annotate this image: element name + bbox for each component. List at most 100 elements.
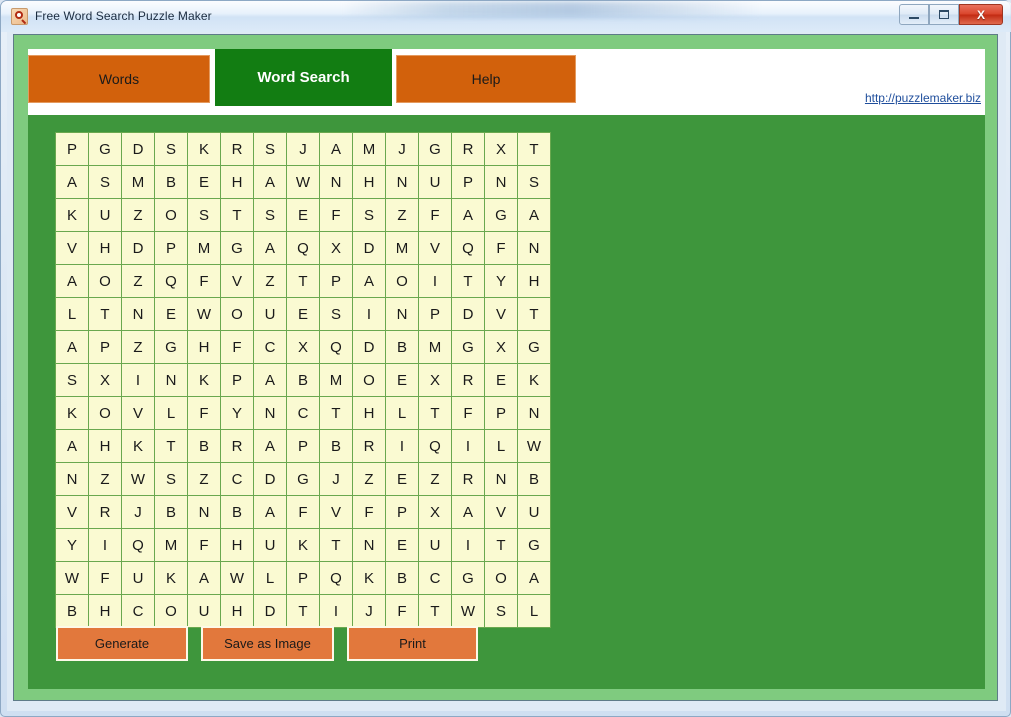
grid-cell[interactable]: O: [221, 298, 254, 331]
grid-cell[interactable]: U: [122, 562, 155, 595]
grid-cell[interactable]: S: [320, 298, 353, 331]
grid-cell[interactable]: W: [452, 595, 485, 628]
grid-cell[interactable]: Z: [122, 199, 155, 232]
grid-cell[interactable]: Z: [386, 199, 419, 232]
grid-cell[interactable]: L: [254, 562, 287, 595]
grid-cell[interactable]: A: [518, 562, 551, 595]
grid-cell[interactable]: K: [155, 562, 188, 595]
grid-cell[interactable]: N: [485, 166, 518, 199]
grid-cell[interactable]: X: [287, 331, 320, 364]
grid-cell[interactable]: F: [89, 562, 122, 595]
grid-cell[interactable]: C: [254, 331, 287, 364]
grid-cell[interactable]: Y: [56, 529, 89, 562]
grid-cell[interactable]: H: [89, 232, 122, 265]
tab-help[interactable]: Help: [396, 55, 576, 103]
grid-cell[interactable]: N: [518, 397, 551, 430]
grid-cell[interactable]: U: [89, 199, 122, 232]
minimize-button[interactable]: [899, 4, 929, 25]
grid-cell[interactable]: H: [518, 265, 551, 298]
grid-cell[interactable]: R: [452, 133, 485, 166]
grid-cell[interactable]: T: [287, 595, 320, 628]
grid-cell[interactable]: M: [353, 133, 386, 166]
grid-cell[interactable]: Q: [122, 529, 155, 562]
grid-cell[interactable]: U: [188, 595, 221, 628]
grid-cell[interactable]: F: [287, 496, 320, 529]
grid-cell[interactable]: C: [221, 463, 254, 496]
grid-cell[interactable]: Z: [254, 265, 287, 298]
grid-cell[interactable]: V: [56, 232, 89, 265]
grid-cell[interactable]: N: [56, 463, 89, 496]
grid-cell[interactable]: F: [221, 331, 254, 364]
grid-cell[interactable]: E: [287, 298, 320, 331]
grid-cell[interactable]: Z: [122, 265, 155, 298]
grid-cell[interactable]: K: [56, 199, 89, 232]
word-search-grid[interactable]: PGDSKRSJAMJGRXTASMBEHAWNHNUPNSKUZOSTSEFS…: [55, 132, 551, 628]
grid-cell[interactable]: M: [122, 166, 155, 199]
grid-cell[interactable]: G: [452, 331, 485, 364]
grid-cell[interactable]: C: [122, 595, 155, 628]
grid-cell[interactable]: I: [386, 430, 419, 463]
grid-cell[interactable]: A: [56, 166, 89, 199]
grid-cell[interactable]: F: [353, 496, 386, 529]
grid-cell[interactable]: T: [155, 430, 188, 463]
grid-cell[interactable]: W: [188, 298, 221, 331]
grid-cell[interactable]: G: [287, 463, 320, 496]
grid-cell[interactable]: P: [287, 430, 320, 463]
grid-cell[interactable]: E: [485, 364, 518, 397]
grid-cell[interactable]: A: [452, 199, 485, 232]
grid-cell[interactable]: A: [254, 232, 287, 265]
grid-cell[interactable]: Q: [320, 331, 353, 364]
grid-cell[interactable]: F: [419, 199, 452, 232]
grid-cell[interactable]: P: [287, 562, 320, 595]
grid-cell[interactable]: H: [89, 430, 122, 463]
grid-cell[interactable]: W: [287, 166, 320, 199]
grid-cell[interactable]: G: [452, 562, 485, 595]
grid-cell[interactable]: B: [155, 496, 188, 529]
grid-cell[interactable]: J: [353, 595, 386, 628]
grid-cell[interactable]: A: [320, 133, 353, 166]
grid-cell[interactable]: R: [221, 133, 254, 166]
grid-cell[interactable]: I: [89, 529, 122, 562]
grid-cell[interactable]: O: [386, 265, 419, 298]
grid-cell[interactable]: U: [254, 529, 287, 562]
grid-cell[interactable]: I: [419, 265, 452, 298]
grid-cell[interactable]: N: [320, 166, 353, 199]
grid-cell[interactable]: A: [254, 430, 287, 463]
grid-cell[interactable]: S: [254, 199, 287, 232]
grid-cell[interactable]: Q: [419, 430, 452, 463]
grid-cell[interactable]: B: [188, 430, 221, 463]
grid-cell[interactable]: B: [56, 595, 89, 628]
grid-cell[interactable]: C: [419, 562, 452, 595]
grid-cell[interactable]: N: [122, 298, 155, 331]
maximize-button[interactable]: [929, 4, 959, 25]
grid-cell[interactable]: A: [56, 331, 89, 364]
grid-cell[interactable]: A: [254, 364, 287, 397]
grid-cell[interactable]: N: [386, 166, 419, 199]
close-button[interactable]: X: [959, 4, 1003, 25]
grid-cell[interactable]: K: [518, 364, 551, 397]
grid-cell[interactable]: R: [221, 430, 254, 463]
grid-cell[interactable]: Y: [221, 397, 254, 430]
grid-cell[interactable]: X: [320, 232, 353, 265]
grid-cell[interactable]: U: [518, 496, 551, 529]
grid-cell[interactable]: F: [320, 199, 353, 232]
grid-cell[interactable]: Z: [419, 463, 452, 496]
grid-cell[interactable]: N: [254, 397, 287, 430]
grid-cell[interactable]: A: [353, 265, 386, 298]
grid-cell[interactable]: N: [485, 463, 518, 496]
grid-cell[interactable]: X: [419, 496, 452, 529]
grid-cell[interactable]: K: [122, 430, 155, 463]
grid-cell[interactable]: K: [188, 133, 221, 166]
grid-cell[interactable]: S: [485, 595, 518, 628]
grid-cell[interactable]: V: [320, 496, 353, 529]
grid-cell[interactable]: T: [320, 397, 353, 430]
grid-cell[interactable]: Z: [89, 463, 122, 496]
grid-cell[interactable]: E: [386, 529, 419, 562]
grid-cell[interactable]: N: [386, 298, 419, 331]
grid-cell[interactable]: R: [452, 364, 485, 397]
grid-cell[interactable]: Q: [452, 232, 485, 265]
grid-cell[interactable]: X: [419, 364, 452, 397]
grid-cell[interactable]: W: [56, 562, 89, 595]
grid-cell[interactable]: N: [188, 496, 221, 529]
grid-cell[interactable]: B: [386, 331, 419, 364]
